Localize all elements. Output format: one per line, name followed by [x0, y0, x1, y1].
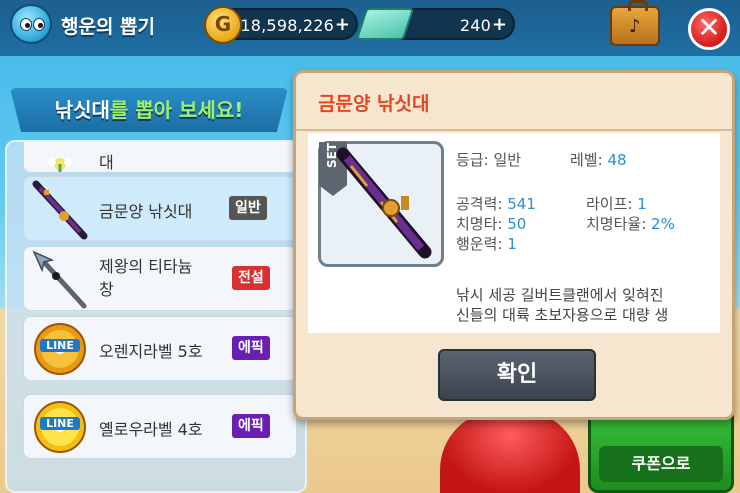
- banner-highlight: 낚싯대: [54, 98, 110, 122]
- list-item[interactable]: LINE 오렌지라벨 5호 에픽: [23, 316, 297, 381]
- crit-label: 치명타:: [456, 215, 503, 233]
- banner-text: 를 뽑아 보세요!: [109, 98, 244, 122]
- red-bucket-decoration: [440, 410, 580, 493]
- item-name: 제왕의 티타늄창: [99, 255, 192, 301]
- life-value: 1: [637, 195, 647, 213]
- coupon-button[interactable]: 쿠폰으로: [599, 446, 723, 482]
- attack-label: 공격력:: [456, 195, 503, 213]
- modal-body: SET 등급: 일반 레벨: 48 공격력: 541 라이프: 1 치명타: 5…: [308, 133, 720, 333]
- description-line1: 낚시 세공 길버트클랜에서 잊혀진: [456, 286, 664, 304]
- life-label: 라이프:: [586, 195, 633, 213]
- grade-label: 등급:: [456, 151, 489, 169]
- list-item[interactable]: 제왕의 티타늄창 전설: [23, 246, 297, 311]
- gold-amount: 18,598,226: [240, 16, 334, 35]
- crit-rate-stat: 치명타율: 2%: [586, 213, 675, 234]
- crit-value: 50: [507, 215, 527, 233]
- item-name-line1: 제왕의 티타늄: [99, 257, 193, 276]
- spear-icon: [30, 250, 90, 310]
- luck-stat: 행운력: 1: [456, 233, 517, 254]
- cash-amount: 240: [459, 16, 491, 35]
- crit-rate-value: 2%: [651, 215, 675, 233]
- item-detail-modal: 금문양 낚싯대 SET 등급: 일반 레벨: 48 공격력: 541 라이프: …: [293, 70, 735, 420]
- grade-value: 일반: [493, 151, 522, 169]
- grade-badge: 에픽: [232, 414, 270, 438]
- spool-label: LINE: [40, 339, 80, 352]
- gold-coin-icon: G: [204, 6, 242, 44]
- description-line2: 신들의 대륙 초보자용으로 대량 생: [456, 306, 669, 324]
- flower-item-icon: [30, 142, 90, 172]
- item-name: 대: [99, 153, 114, 172]
- close-button[interactable]: ✕: [688, 8, 730, 50]
- life-stat: 라이프: 1: [586, 193, 647, 214]
- top-bar: 행운의 뽑기 G 18,598,226 + 240 + ♪ ✕: [0, 0, 740, 56]
- reward-list[interactable]: 대 금문양 낚싯대 일반 제왕의 티타늄 창 전설 LINE 오렌지라벨 5호 …: [5, 140, 307, 493]
- spool-label: LINE: [40, 417, 80, 430]
- list-item[interactable]: 금문양 낚싯대 일반: [23, 176, 297, 241]
- item-name: 옐로우라벨 4호: [99, 420, 203, 439]
- crit-rate-label: 치명타율:: [586, 215, 647, 233]
- grade-badge: 에픽: [232, 336, 270, 360]
- grade-stat: 등급: 일반: [456, 149, 521, 170]
- modal-header: 금문양 낚싯대: [296, 73, 732, 131]
- confirm-button[interactable]: 확인: [438, 349, 596, 401]
- fishing-rod-icon: [30, 180, 90, 240]
- level-label: 레벨:: [570, 151, 603, 169]
- fishing-line-spool-icon: LINE: [34, 401, 86, 453]
- page-title: 행운의 뽑기: [61, 16, 156, 38]
- add-cash-button[interactable]: +: [492, 14, 507, 35]
- grade-badge: 전설: [232, 266, 270, 290]
- modal-title: 금문양 낚싯대: [318, 93, 430, 115]
- cash-counter[interactable]: 240 +: [355, 8, 515, 40]
- level-value: 48: [607, 151, 627, 169]
- list-item[interactable]: LINE 옐로우라벨 4호 에픽: [23, 394, 297, 459]
- draw-banner: 낚싯대를 뽑아 보세요!: [10, 88, 288, 132]
- item-image-frame: SET: [318, 141, 444, 267]
- luck-value: 1: [507, 235, 517, 253]
- luck-label: 행운력:: [456, 235, 503, 253]
- mascot-icon: [10, 4, 52, 44]
- fishing-rod-icon: [336, 147, 432, 259]
- add-gold-button[interactable]: +: [335, 14, 350, 35]
- crit-stat: 치명타: 50: [456, 213, 526, 234]
- inventory-bag-button[interactable]: ♪: [610, 0, 660, 46]
- fishing-line-spool-icon: LINE: [34, 323, 86, 375]
- level-stat: 레벨: 48: [570, 149, 627, 170]
- mascot-eye-left: [20, 18, 32, 31]
- music-note-icon: ♪: [629, 16, 641, 37]
- cash-icon: [355, 8, 415, 40]
- item-name: 오렌지라벨 5호: [99, 342, 203, 361]
- list-item[interactable]: 대: [23, 142, 297, 173]
- item-description: 낚시 세공 길버트클랜에서 잊혀진 신들의 대륙 초보자용으로 대량 생: [456, 285, 726, 325]
- gold-counter[interactable]: G 18,598,226 +: [204, 6, 358, 44]
- attack-value: 541: [507, 195, 536, 213]
- mascot-eye-right: [33, 18, 45, 31]
- attack-stat: 공격력: 541: [456, 193, 536, 214]
- grade-badge: 일반: [229, 196, 267, 220]
- item-name-line2: 창: [99, 280, 114, 299]
- item-name: 금문양 낚싯대: [99, 202, 193, 221]
